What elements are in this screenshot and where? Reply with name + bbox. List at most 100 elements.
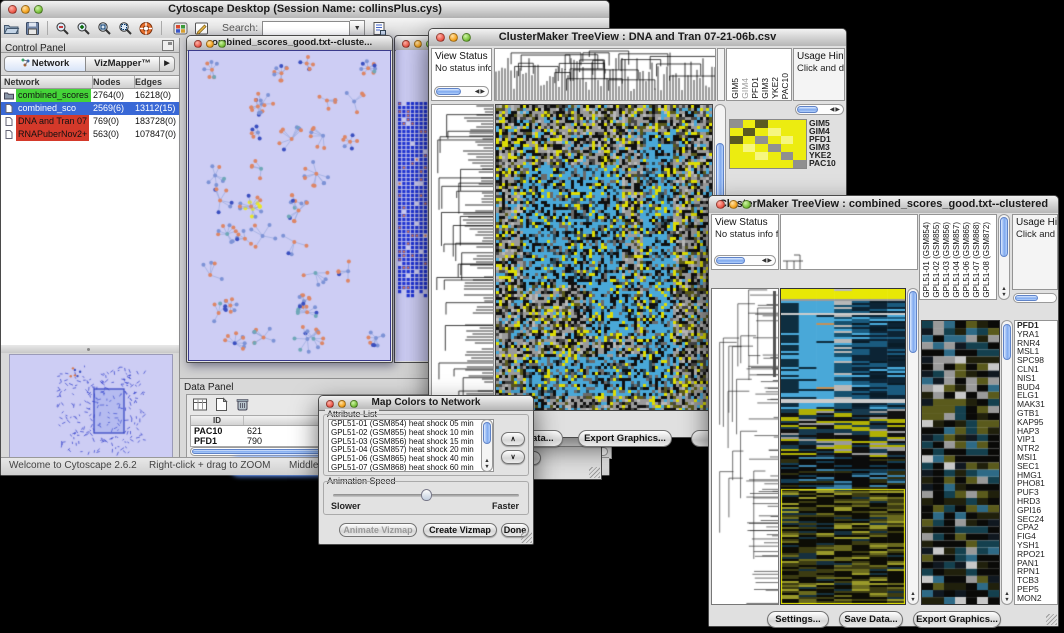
matrix-cell[interactable] <box>743 152 756 160</box>
zoom-fit-icon[interactable] <box>96 21 113 36</box>
matrix-cell[interactable] <box>768 120 781 128</box>
matrix-row-label[interactable]: PAC10 <box>809 159 836 167</box>
vizmap-grid-icon[interactable] <box>172 21 189 36</box>
usage-hints-hscroll[interactable]: ◀▶ <box>795 104 844 115</box>
export-graphics-button[interactable]: Export Graphics... <box>578 430 672 447</box>
delete-attribute-icon[interactable] <box>234 397 251 412</box>
network-table-row[interactable]: RNAPuberNov2+563(0)107847(0) <box>1 128 179 141</box>
zoom-button[interactable] <box>34 5 43 14</box>
network-table-row[interactable]: combined_sco2569(6)13112(15) <box>1 102 179 115</box>
matrix-cell[interactable] <box>781 152 794 160</box>
window-controls[interactable] <box>8 5 43 14</box>
network-table-row[interactable]: combined_scores2764(0)16218(0) <box>1 89 179 102</box>
matrix-cell[interactable] <box>755 128 768 136</box>
attribute-list[interactable]: GPL51-01 (GSM854) heat shock 05 minGPL51… <box>328 419 494 472</box>
resize-grip[interactable] <box>521 532 532 543</box>
col-header-nodes[interactable]: Nodes <box>93 76 135 88</box>
matrix-cell[interactable] <box>781 120 794 128</box>
matrix-cell[interactable] <box>755 152 768 160</box>
matrix-cell[interactable] <box>730 128 743 136</box>
matrix-column-label[interactable]: GIM3 <box>760 78 770 99</box>
resize-grip[interactable] <box>589 467 600 478</box>
matrix-cell[interactable] <box>755 136 768 144</box>
close-button[interactable] <box>8 5 17 14</box>
matrix-cell[interactable] <box>768 160 781 168</box>
usage-hints-hscroll[interactable] <box>1013 293 1057 303</box>
heatmap-canvas[interactable] <box>496 105 712 410</box>
network-titlebar[interactable]: combined_scores_good.txt--cluste... <box>187 36 392 51</box>
array-column-label[interactable]: GPL51-07 (GSM868) <box>972 222 982 298</box>
matrix-cell[interactable] <box>768 128 781 136</box>
matrix-cell[interactable] <box>743 120 756 128</box>
tab-vizmapper[interactable]: VizMapper™ <box>86 56 160 72</box>
close-button[interactable] <box>716 200 725 209</box>
close-button[interactable] <box>326 400 334 408</box>
matrix-cell[interactable] <box>768 136 781 144</box>
close-button[interactable] <box>436 33 445 42</box>
matrix-cell[interactable] <box>730 160 743 168</box>
matrix-cell[interactable] <box>755 144 768 152</box>
array-column-label[interactable]: GPL51-06 (GSM865) <box>962 222 972 298</box>
zoom-in-icon[interactable] <box>75 21 92 36</box>
gene-list-item[interactable]: MON2 <box>1015 594 1057 603</box>
matrix-cell[interactable] <box>793 144 806 152</box>
attribute-list-vscroll[interactable]: ▲▼ <box>481 419 493 472</box>
matrix-column-label[interactable]: GIM4 <box>740 78 750 99</box>
matrix-cell[interactable] <box>768 152 781 160</box>
float-panel-icon[interactable] <box>162 40 174 51</box>
cytoscape-titlebar[interactable]: Cytoscape Desktop (Session Name: collins… <box>1 1 609 19</box>
minimize-button[interactable] <box>729 200 738 209</box>
birdseye-canvas[interactable] <box>10 355 170 463</box>
array-column-label[interactable]: GPL51-02 (GSM855) <box>932 222 942 298</box>
treeview-dna-titlebar[interactable]: ClusterMaker TreeView : DNA and Tran 07-… <box>429 29 846 47</box>
move-up-button[interactable]: ∧ <box>501 432 525 446</box>
array-column-label[interactable]: GPL51-04 (GSM857) <box>952 222 962 298</box>
array-column-label[interactable]: GPL51-08 (GSM872) <box>982 222 992 298</box>
row-dendrogram-canvas[interactable] <box>712 289 778 604</box>
column-dendrogram-canvas[interactable] <box>495 49 715 100</box>
column-dendrogram-canvas[interactable] <box>781 215 917 269</box>
matrix-cell[interactable] <box>743 128 756 136</box>
search-input[interactable] <box>262 21 350 36</box>
global-heatmap-vscroll[interactable]: ▲▼ <box>907 288 919 605</box>
matrix-cell[interactable] <box>743 160 756 168</box>
zoom-button[interactable] <box>742 200 751 209</box>
zoom-heatmap-canvas[interactable] <box>922 321 999 604</box>
matrix-cell[interactable] <box>793 136 806 144</box>
minimize-button[interactable] <box>206 40 214 48</box>
help-lifering-icon[interactable] <box>138 21 155 36</box>
search-dropdown-arrow[interactable]: ▼ <box>350 20 365 37</box>
matrix-column-label[interactable]: PFD1 <box>750 77 760 99</box>
tab-network[interactable]: Network <box>4 56 86 72</box>
zoom-selected-icon[interactable] <box>117 21 134 36</box>
matrix-cell[interactable] <box>793 128 806 136</box>
zoom-matrix[interactable] <box>729 119 807 169</box>
matrix-cell[interactable] <box>730 152 743 160</box>
new-attribute-icon[interactable] <box>213 397 230 412</box>
labels-vscroll[interactable]: ▲▼ <box>998 214 1010 300</box>
network-table-row[interactable]: DNA and Tran 07769(0)183728(0) <box>1 115 179 128</box>
treeview-combined-titlebar[interactable]: ClusterMaker TreeView : combined_scores_… <box>709 196 1058 214</box>
export-graphics-button[interactable]: Export Graphics... <box>913 611 1001 628</box>
matrix-cell[interactable] <box>743 144 756 152</box>
zoom-button[interactable] <box>350 400 358 408</box>
table-view-icon[interactable] <box>192 397 209 412</box>
speed-slider-thumb[interactable] <box>421 489 432 501</box>
matrix-cell[interactable] <box>781 160 794 168</box>
view-status-hscroll[interactable]: ◀▶ <box>434 86 489 97</box>
annotation-icon[interactable] <box>193 21 210 36</box>
matrix-cell[interactable] <box>730 120 743 128</box>
global-heatmap-canvas[interactable] <box>781 289 905 604</box>
matrix-cell[interactable] <box>793 152 806 160</box>
close-button[interactable] <box>194 40 202 48</box>
gene-list[interactable]: PFD1YRA1RNR4MSL1SPC98CLN1NIS1BUD4ELG1MAK… <box>1014 320 1058 605</box>
matrix-cell[interactable] <box>768 144 781 152</box>
matrix-cell[interactable] <box>793 160 806 168</box>
open-file-icon[interactable] <box>3 21 20 36</box>
birdseye-view[interactable] <box>9 354 173 466</box>
row-dendrogram-canvas[interactable] <box>432 105 493 410</box>
matrix-column-label[interactable]: GIM5 <box>730 78 740 99</box>
matrix-column-label[interactable]: YKE2 <box>770 77 780 99</box>
settings-button[interactable]: Settings... <box>767 611 829 628</box>
animate-vizmap-button[interactable]: Animate Vizmap <box>339 523 417 537</box>
